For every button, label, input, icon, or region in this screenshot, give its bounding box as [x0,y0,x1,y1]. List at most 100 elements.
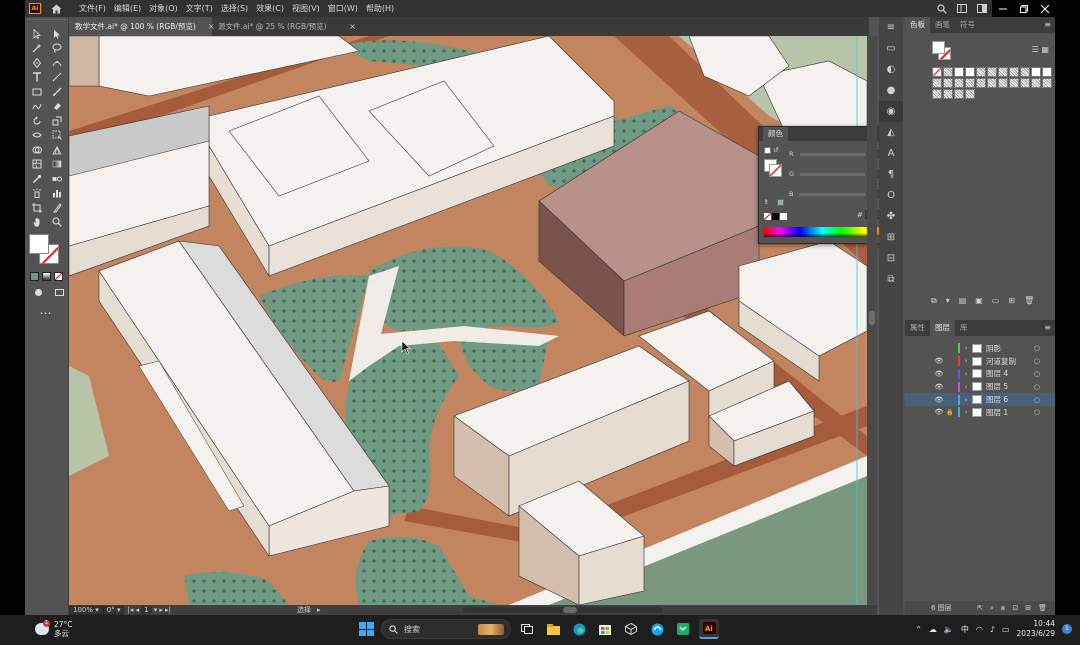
pen-tool-icon[interactable] [28,56,46,70]
mesh-tool-icon[interactable] [28,158,46,172]
layer-row[interactable]: › 阴影 ○ [905,342,1055,355]
swatch-none[interactable] [932,67,942,77]
microsoft-store-icon[interactable] [595,619,615,639]
swatch[interactable] [1020,78,1030,88]
menu-help[interactable]: 帮助(H) [362,0,398,17]
chevron-up-icon[interactable]: ⌃ [915,625,922,634]
expand-arrow-icon[interactable]: › [960,408,972,416]
swatch[interactable] [1042,67,1052,77]
swatch-fill-indicator[interactable] [932,41,945,54]
menu-select[interactable]: 选择(S) [217,0,252,17]
minimize-icon[interactable] [992,0,1013,17]
fill-stroke-control[interactable] [27,232,67,270]
layer-row[interactable]: 👁 › 图层 4 ○ [905,368,1055,381]
expand-arrow-icon[interactable]: › [960,357,972,365]
tab-properties[interactable]: 属性 [905,320,930,336]
visibility-eye-icon[interactable]: 👁 [933,396,945,404]
new-layer-icon[interactable]: ⊞ [1025,604,1031,613]
layer-name[interactable]: 图层 1 [986,407,1008,418]
cp-stroke-swatch[interactable] [769,164,782,177]
free-transform-tool-icon[interactable] [48,129,66,143]
eraser-tool-icon[interactable] [48,100,66,114]
color-guide-icon[interactable]: ◭ [879,122,903,143]
horizontal-scroll-thumb[interactable] [563,607,578,613]
notification-badge[interactable]: 1 [1062,624,1072,634]
swatch[interactable] [976,67,986,77]
tab-source-file[interactable]: 源文件.ai* @ 25 % (RGB/预览) × [212,17,362,36]
shape-builder-tool-icon[interactable] [28,143,46,157]
column-graph-tool-icon[interactable] [48,187,66,201]
expand-arrow-icon[interactable]: › [960,344,972,352]
draw-normal-icon[interactable] [30,286,48,300]
battery-icon[interactable]: ▭ [1002,625,1010,634]
perspective-grid-tool-icon[interactable] [48,143,66,157]
tab-brushes[interactable]: 画笔 [930,17,955,33]
menu-view[interactable]: 视图(V) [288,0,324,17]
paragraph-icon[interactable]: ¶ [879,164,903,185]
restore-icon[interactable] [1013,0,1034,17]
artboard-tool-icon[interactable] [28,201,46,215]
swatch[interactable] [998,78,1008,88]
menu-edit[interactable]: 编辑(E) [110,0,145,17]
more-tools-icon[interactable]: … [37,303,55,317]
default-colors-icon[interactable] [764,147,771,154]
fill-swatch[interactable] [29,234,49,254]
workspace-icon[interactable] [972,0,992,17]
swatch[interactable] [1031,78,1041,88]
swatch-options-icon[interactable]: ▤ [959,296,967,306]
swatch[interactable] [954,67,964,77]
swatch[interactable] [987,78,997,88]
paintbrush-tool-icon[interactable] [48,85,66,99]
expand-arrow-icon[interactable]: › [960,396,972,404]
menu-type[interactable]: 文字(T) [182,0,217,17]
layer-row[interactable]: 👁 🔒 › 图层 1 ○ [905,406,1055,419]
target-circle-icon[interactable]: ○ [1034,370,1040,378]
shaper-tool-icon[interactable] [28,100,46,114]
line-segment-tool-icon[interactable] [48,71,66,85]
selection-tool-icon[interactable] [28,27,46,41]
swatch[interactable] [943,67,953,77]
menu-effect[interactable]: 效果(C) [252,0,288,17]
swatch[interactable] [932,89,942,99]
swatch-library-icon[interactable]: ⧉ [931,296,937,306]
delete-swatch-icon[interactable]: 🗑 [1024,296,1034,306]
type-tool-icon[interactable] [28,71,46,85]
tab-layers[interactable]: 图层 [930,320,955,336]
green-slider[interactable] [800,172,866,176]
zoom-select[interactable]: 100% ▾ [69,605,103,615]
export-icon[interactable]: ⇱ [977,604,983,613]
closest-color-swatch[interactable] [777,199,784,206]
slice-tool-icon[interactable] [48,201,66,215]
layers-options-icon[interactable]: ≡ [1044,320,1051,336]
tab-libraries[interactable]: 库 [955,320,973,336]
black-swatch[interactable] [772,213,779,220]
expand-arrow-icon[interactable]: › [960,370,972,378]
scale-tool-icon[interactable] [48,114,66,128]
tab-teaching-file[interactable]: 教学文件.ai* @ 100 % (RGB/预览) × [69,17,215,36]
magic-wand-tool-icon[interactable] [28,42,46,56]
layer-row[interactable]: 👁 › 河道复制 ○ [905,355,1055,368]
swatch[interactable] [998,67,1008,77]
task-view-icon[interactable] [517,619,537,639]
edge-browser-icon[interactable] [569,619,589,639]
speaker-icon[interactable]: 🔈 [944,625,954,634]
taskbar-search[interactable]: 搜索 [381,619,511,639]
character-icon[interactable]: A [879,143,903,164]
target-circle-icon[interactable]: ○ [1034,357,1040,365]
target-circle-icon[interactable]: ○ [1034,396,1040,404]
swatch[interactable] [1009,67,1019,77]
target-circle-icon[interactable]: ○ [1034,383,1040,391]
swatch[interactable] [965,78,975,88]
swatch[interactable] [943,78,953,88]
lock-icon[interactable]: 🔒 [945,409,955,416]
panel-menu-icon[interactable]: ≡ [879,17,903,38]
layer-name[interactable]: 图层 4 [986,368,1008,379]
layer-name[interactable]: 河道复制 [986,356,1016,367]
clipping-mask-icon[interactable]: ⧈ [1001,604,1005,613]
tab-close-icon[interactable]: × [349,22,356,31]
artboard-canvas[interactable] [69,36,867,605]
blend-tool-icon[interactable] [48,172,66,186]
layer-row[interactable]: 👁 › 图层 5 ○ [905,380,1055,393]
direct-selection-tool-icon[interactable] [48,27,66,41]
close-icon[interactable] [1034,0,1055,17]
